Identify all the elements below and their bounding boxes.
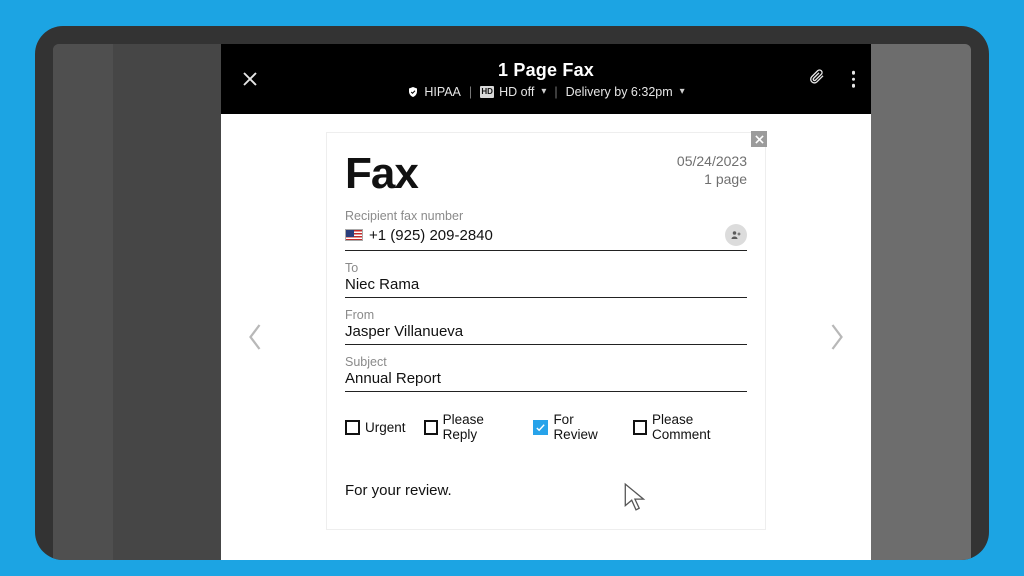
kebab-dot xyxy=(852,84,856,88)
subject-row[interactable]: Annual Report xyxy=(345,370,747,392)
close-icon xyxy=(241,70,259,88)
modal-title: 1 Page Fax xyxy=(498,60,594,81)
kebab-dot xyxy=(852,77,856,81)
hipaa-badge: HIPAA xyxy=(407,85,461,99)
to-field: To Niec Rama xyxy=(345,261,747,298)
fax-compose-modal: 1 Page Fax HIPAA | HD HD off ▾ xyxy=(221,44,871,560)
urgent-label: Urgent xyxy=(365,420,406,435)
modal-subbar: HIPAA | HD HD off ▾ | Delivery by 6:32pm… xyxy=(407,85,684,99)
from-field: From Jasper Villanueva xyxy=(345,308,747,345)
for-review-checkbox[interactable]: For Review xyxy=(533,412,615,442)
page-date: 05/24/2023 xyxy=(677,153,747,171)
recipient-fax-label: Recipient fax number xyxy=(345,209,747,223)
chevron-down-icon: ▾ xyxy=(541,86,546,97)
delivery-label: Delivery by 6:32pm xyxy=(566,85,673,99)
from-label: From xyxy=(345,308,747,322)
hd-label: HD off xyxy=(499,85,534,99)
remove-page-button[interactable] xyxy=(751,131,767,147)
kebab-dot xyxy=(852,71,856,75)
to-label: To xyxy=(345,261,747,275)
chevron-right-icon xyxy=(828,322,846,352)
chevron-down-icon: ▾ xyxy=(680,86,685,97)
close-button[interactable] xyxy=(239,68,261,90)
checkbox-box xyxy=(424,420,438,435)
recipient-fax-value: +1 (925) 209-2840 xyxy=(369,227,719,244)
page-header-row: Fax 05/24/2023 1 page xyxy=(345,149,747,199)
checkbox-box xyxy=(533,420,548,435)
check-icon xyxy=(535,422,546,433)
please-comment-label: Please Comment xyxy=(652,412,747,442)
modal-body: Fax 05/24/2023 1 page Recipient fax numb… xyxy=(221,114,871,560)
close-small-icon xyxy=(755,135,764,144)
us-flag-icon xyxy=(345,229,363,241)
from-value: Jasper Villanueva xyxy=(345,323,747,340)
to-row[interactable]: Niec Rama xyxy=(345,276,747,298)
hipaa-label: HIPAA xyxy=(424,85,461,99)
urgent-checkbox[interactable]: Urgent xyxy=(345,412,406,442)
fax-cover-page: Fax 05/24/2023 1 page Recipient fax numb… xyxy=(326,132,766,530)
to-value: Niec Rama xyxy=(345,276,747,293)
hd-icon: HD xyxy=(480,86,494,98)
device-frame-inner: 1 Page Fax HIPAA | HD HD off ▾ xyxy=(35,26,989,560)
recipient-fax-row[interactable]: +1 (925) 209-2840 xyxy=(345,224,747,251)
more-options-button[interactable] xyxy=(852,71,856,88)
attachment-button[interactable] xyxy=(809,68,825,91)
fax-heading: Fax xyxy=(345,149,418,199)
hd-toggle[interactable]: HD HD off ▾ xyxy=(480,85,546,99)
subject-value: Annual Report xyxy=(345,370,747,387)
app-window: 1 Page Fax HIPAA | HD HD off ▾ xyxy=(53,44,971,560)
subject-label: Subject xyxy=(345,355,747,369)
from-row[interactable]: Jasper Villanueva xyxy=(345,323,747,345)
fax-body-text[interactable]: For your review. xyxy=(345,482,747,499)
separator: | xyxy=(554,85,557,99)
add-contact-button[interactable] xyxy=(725,224,747,246)
shield-check-icon xyxy=(407,86,419,98)
chevron-left-icon xyxy=(246,322,264,352)
subject-field: Subject Annual Report xyxy=(345,355,747,392)
next-page-button[interactable] xyxy=(821,313,853,361)
device-frame-outer: 1 Page Fax HIPAA | HD HD off ▾ xyxy=(0,0,1024,576)
prev-page-button[interactable] xyxy=(239,313,271,361)
recipient-fax-field: Recipient fax number +1 (925) 209-2840 xyxy=(345,209,747,251)
background-dim-right xyxy=(871,44,971,560)
please-reply-checkbox[interactable]: Please Reply xyxy=(424,412,516,442)
checkbox-box xyxy=(345,420,360,435)
priority-checkboxes: Urgent Please Reply For Review Please Co… xyxy=(345,412,747,442)
separator: | xyxy=(469,85,472,99)
delivery-time-picker[interactable]: Delivery by 6:32pm ▾ xyxy=(566,85,685,99)
please-comment-checkbox[interactable]: Please Comment xyxy=(633,412,747,442)
page-count: 1 page xyxy=(677,171,747,189)
please-reply-label: Please Reply xyxy=(443,412,516,442)
paperclip-icon xyxy=(809,68,825,86)
page-meta: 05/24/2023 1 page xyxy=(677,153,747,188)
for-review-label: For Review xyxy=(553,412,615,442)
modal-header: 1 Page Fax HIPAA | HD HD off ▾ xyxy=(221,44,871,114)
background-dim-left-inner xyxy=(113,44,221,560)
contact-add-icon xyxy=(730,229,742,241)
checkbox-box xyxy=(633,420,647,435)
